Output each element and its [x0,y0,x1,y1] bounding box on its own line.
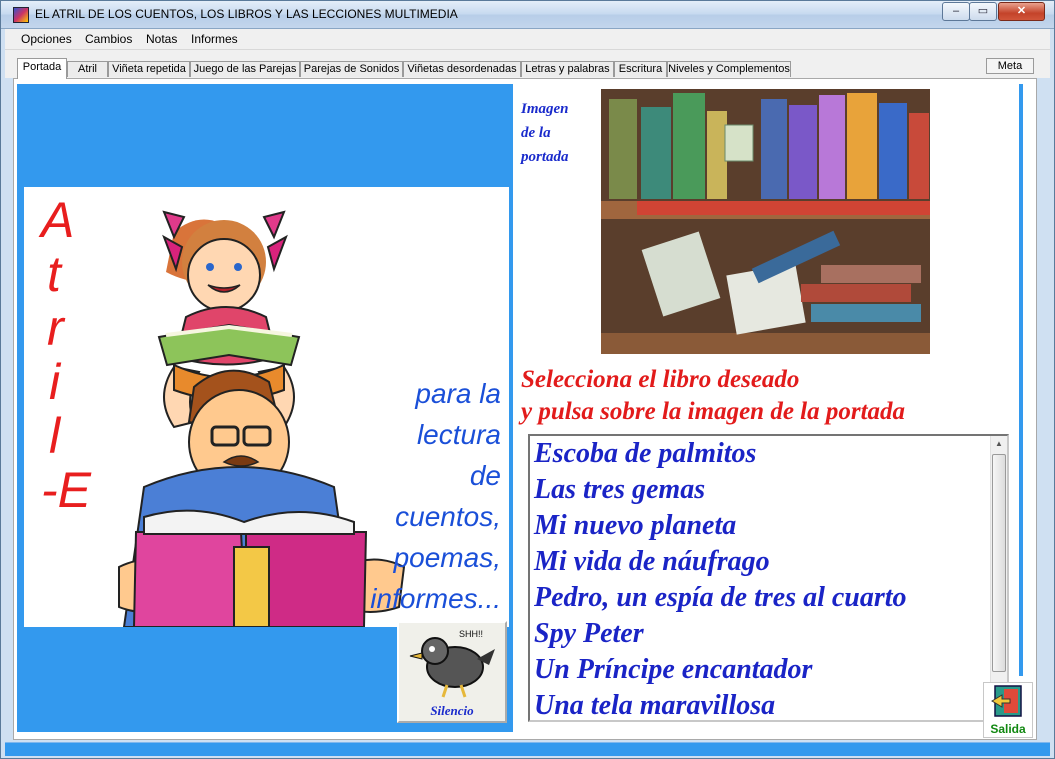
tagline-line: informes... [370,583,501,614]
atril-title: A t r i l -E [41,193,101,517]
atril-letter: r [47,300,64,356]
status-bar [5,742,1050,756]
list-scrollbar[interactable]: ▲ ▼ [990,436,1007,720]
cover-image-label-line: Imagen [521,101,569,117]
atril-letter: A [41,192,75,248]
atril-letter: -E [41,462,91,518]
tagline-line: de [469,460,501,491]
list-item[interactable]: Mi vida de náufrago [530,544,1007,580]
panel-edge [1019,84,1023,676]
tab-juego-parejas[interactable]: Juego de las Parejas [190,61,300,77]
minimize-button[interactable]: ‒ [942,2,970,21]
salida-label: Salida [990,722,1026,736]
cover-image-label-line: portada [521,149,569,165]
tagline-line: poemas, [393,542,501,573]
book-list[interactable]: Escoba de palmitos Las tres gemas Mi nue… [528,434,1009,722]
tab-escritura[interactable]: Escritura [614,61,667,77]
list-item[interactable]: Pedro, un espía de tres al cuarto [530,580,1007,616]
meta-button[interactable]: Meta [986,58,1034,74]
bookshelf-image [601,89,930,354]
list-item[interactable]: Una tela maravillosa [530,688,1007,720]
atril-letter: i [49,354,61,410]
atril-letter: t [47,246,61,302]
cover-image-label-line: de la [521,125,551,141]
menu-opciones[interactable]: Opciones [21,32,72,46]
menu-cambios[interactable]: Cambios [85,32,132,46]
tab-letras-palabras[interactable]: Letras y palabras [521,61,614,77]
cover-image-label: Imagen de la portada [521,97,601,169]
app-window: EL ATRIL DE LOS CUENTOS, LOS LIBROS Y LA… [0,0,1055,759]
close-button[interactable]: ✕ [998,2,1045,21]
scroll-thumb[interactable] [992,454,1006,672]
list-item[interactable]: Spy Peter [530,616,1007,652]
title-bar[interactable]: EL ATRIL DE LOS CUENTOS, LOS LIBROS Y LA… [1,1,1054,29]
silencio-button[interactable]: SHH!! Silencio [397,621,507,723]
tab-atril[interactable]: Atril [67,61,108,77]
menu-bar: Opciones Cambios Notas Informes [5,29,1050,50]
instruction-line-1: Selecciona el libro deseado [521,366,800,393]
maximize-button[interactable]: ▭ [969,2,997,21]
tab-strip: Portada Atril Viñeta repetida Juego de l… [5,50,1050,79]
window-title: EL ATRIL DE LOS CUENTOS, LOS LIBROS Y LA… [35,7,458,21]
menu-notas[interactable]: Notas [146,32,177,46]
scroll-up-icon[interactable]: ▲ [991,436,1007,452]
pink-book-icon [132,509,368,628]
shushing-bird-icon: SHH!! [409,629,495,698]
instruction-line-2: y pulsa sobre la imagen de la portada [521,398,906,425]
tagline-line: lectura [416,419,501,450]
list-item[interactable]: Mi nuevo planeta [530,508,1007,544]
menu-informes[interactable]: Informes [191,32,238,46]
list-item[interactable]: Las tres gemas [530,472,1007,508]
list-item[interactable]: Un Príncipe encantador [530,652,1007,688]
tab-vineta-repetida[interactable]: Viñeta repetida [108,61,190,77]
atril-letter: l [49,408,61,464]
shh-text: SHH!! [459,629,483,639]
instruction-text: Selecciona el libro deseado y pulsa sobr… [521,364,1011,428]
tab-vinetas-desordenadas[interactable]: Viñetas desordenadas [403,61,521,77]
tab-portada[interactable]: Portada [17,58,67,79]
tagline-line: cuentos, [395,501,501,532]
book-cover-image[interactable] [601,89,930,354]
app-icon[interactable] [13,7,29,23]
list-item[interactable]: Escoba de palmitos [530,436,1007,472]
tab-parejas-sonidos[interactable]: Parejas de Sonidos [300,61,403,77]
tagline-line: para la [415,378,501,409]
tagline: para la lectura de cuentos, poemas, info… [351,373,501,619]
salida-button[interactable]: Salida [983,682,1033,738]
tab-niveles-complementos[interactable]: Niveles y Complementos [667,61,791,77]
exit-door-icon [991,685,1022,717]
silencio-label: Silencio [430,703,474,718]
